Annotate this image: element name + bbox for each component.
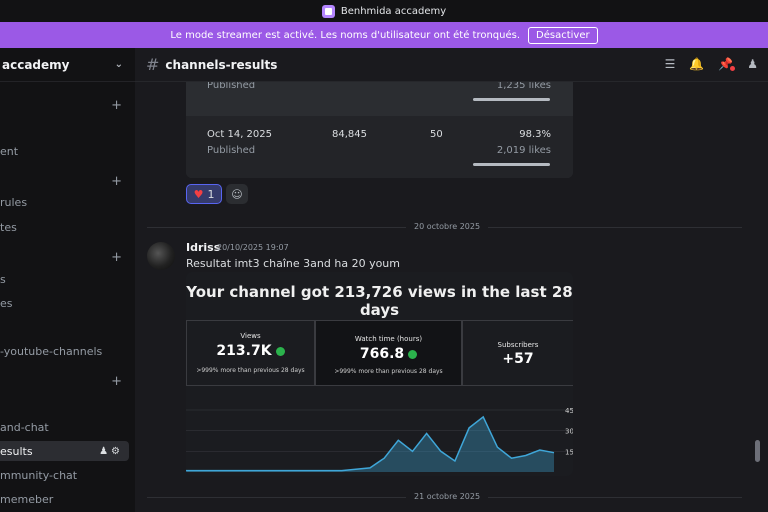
channel-label: and-chat (0, 420, 49, 434)
server-icon (321, 4, 335, 18)
tick-label: 30 (565, 428, 573, 436)
sidebar-channel-item[interactable]: -youtube-channels (0, 341, 135, 361)
add-channel-icon[interactable]: + (111, 374, 122, 389)
server-name: accademy (2, 57, 70, 72)
embed-row: Published 1,235 likes (186, 82, 573, 116)
date-divider-label: 21 octobre 2025 (406, 492, 489, 501)
channel-sidebar: accademy ⌄ + ent + rules tes + s es -you… (0, 48, 135, 512)
likes-bar (473, 98, 550, 101)
streamer-mode-banner: Le mode streamer est activé. Les noms d'… (0, 22, 768, 48)
tick-label: 45 (565, 407, 573, 415)
trend-area (186, 416, 554, 472)
sidebar-channel-item[interactable]: mmunity-chat (0, 465, 135, 485)
window-title: Benhmida accademy (340, 5, 447, 17)
add-channel-icon[interactable]: + (111, 250, 122, 265)
row-likes: 1,235 likes (496, 82, 551, 91)
heart-reaction[interactable]: ♥ 1 (186, 184, 222, 204)
invite-icon[interactable]: ♟ (99, 446, 111, 457)
channel-label: -youtube-channels (0, 344, 103, 358)
sidebar-channel-item[interactable]: tes (0, 217, 135, 237)
message-text: Resultat imt3 chaîne 3and ha 20 youm (186, 257, 400, 270)
message-author[interactable]: Idriss (186, 241, 220, 254)
sidebar-channel-item[interactable]: s (0, 269, 135, 289)
row-status: Published (207, 82, 256, 91)
reactions-bar: ♥ 1 ☺ (186, 184, 248, 204)
row-date: Oct 14, 2025 (207, 129, 272, 140)
row-percent: 98.3% (519, 129, 551, 140)
sidebar-channel-item[interactable]: rules (0, 192, 135, 212)
results-embed: Published 1,235 likes Oct 14, 2025 84,84… (186, 82, 573, 178)
channel-label: memeber (0, 492, 54, 506)
sidebar-channel-item[interactable]: and-chat (0, 417, 135, 437)
sidebar-channel-item[interactable]: memeber (0, 489, 135, 509)
chevron-down-icon[interactable]: ⌄ (115, 59, 123, 70)
channel-label: tes (0, 220, 17, 234)
date-divider-label: 20 octobre 2025 (406, 222, 489, 231)
embed-row: Oct 14, 2025 84,845 50 98.3% Published 2… (186, 116, 573, 178)
attached-image[interactable]: Your channel got 213,726 views in the la… (186, 272, 573, 476)
channel-label: esults (0, 444, 33, 458)
threads-icon[interactable]: ☰ (665, 57, 676, 71)
pin-icon[interactable]: 📌 (718, 57, 736, 71)
tick-label: 15 (565, 448, 573, 456)
heart-icon: ♥ (193, 187, 204, 201)
gear-icon[interactable]: ⚙ (111, 446, 123, 457)
channel-label: ent (0, 144, 19, 158)
channel-label: rules (0, 195, 28, 209)
avatar[interactable] (147, 242, 175, 270)
row-views: 84,845 (332, 129, 367, 140)
sidebar-channel-item-active[interactable]: esults ♟⚙ (0, 441, 129, 461)
disable-streamer-mode-button[interactable]: Désactiver (528, 26, 598, 44)
add-channel-icon[interactable]: + (111, 174, 122, 189)
views-trend-chart: 45 30 15 (186, 407, 573, 472)
likes-bar (473, 163, 550, 166)
channel-label: mmunity-chat (0, 468, 78, 482)
channel-label: s (0, 272, 6, 286)
channel-title: channels-results (165, 57, 278, 72)
scrollbar-thumb[interactable] (755, 440, 760, 462)
add-reaction-button[interactable]: ☺ (226, 184, 248, 204)
sidebar-channel-item[interactable]: ent (0, 141, 135, 161)
channel-tools: ♟⚙ (99, 446, 123, 457)
bell-icon[interactable]: 🔔 (689, 57, 704, 71)
channel-header: # channels-results ☰ 🔔 📌 ♟ (135, 48, 768, 82)
window-titlebar: Benhmida accademy (0, 0, 768, 22)
sidebar-channel-item[interactable]: es (0, 293, 135, 313)
message-list: Published 1,235 likes Oct 14, 2025 84,84… (135, 82, 768, 512)
members-icon[interactable]: ♟ (747, 57, 758, 71)
server-header[interactable]: accademy ⌄ (0, 48, 135, 82)
add-channel-icon[interactable]: + (111, 98, 122, 113)
hash-icon: # (146, 55, 160, 74)
row-count: 50 (430, 129, 443, 140)
row-likes: 2,019 likes (496, 145, 551, 156)
channel-label: es (0, 296, 13, 310)
emoji-icon: ☺ (231, 187, 243, 201)
header-toolbar: ☰ 🔔 📌 ♟ (665, 57, 758, 71)
message-timestamp: 20/10/2025 19:07 (217, 243, 289, 252)
reaction-count: 1 (207, 187, 215, 201)
banner-message: Le mode streamer est activé. Les noms d'… (170, 29, 521, 41)
row-status: Published (207, 145, 256, 156)
